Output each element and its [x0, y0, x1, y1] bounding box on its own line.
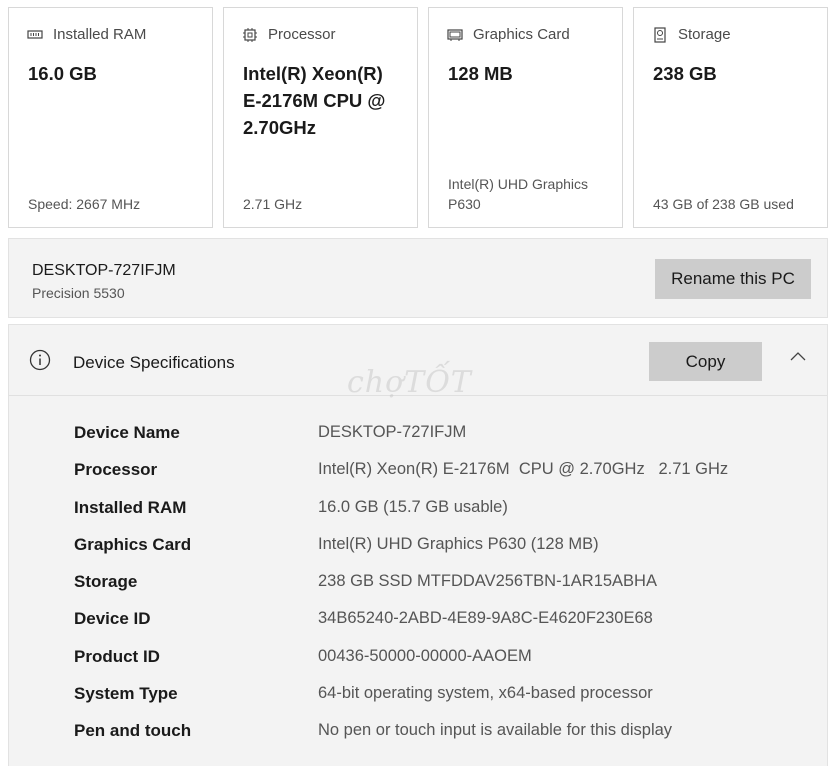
card-subtext: Speed: 2667 MHz — [28, 196, 141, 212]
card-subtext: 2.71 GHz — [243, 196, 303, 212]
spec-label: Storage — [74, 572, 138, 592]
spec-value: 64-bit operating system, x64-based proce… — [318, 684, 653, 703]
chevron-up-icon[interactable] — [788, 349, 808, 363]
spec-row-device-name: Device Name DESKTOP-727IFJM — [74, 423, 814, 460]
spec-label: Installed RAM — [74, 497, 187, 517]
card-header: Processor — [242, 26, 336, 43]
spec-value: Intel(R) UHD Graphics P630 (128 MB) — [318, 534, 599, 553]
card-value: Intel(R) Xeon(R) E-2176M CPU @ 2.70GHz — [243, 63, 386, 138]
processor-icon — [243, 27, 257, 42]
device-specifications-header[interactable]: Device Specifications Copy chợTỐT — [9, 325, 827, 400]
rename-pc-button[interactable]: Rename this PC — [655, 259, 811, 299]
card-value: 16.0 GB — [28, 63, 97, 84]
card-value: 238 GB — [653, 63, 717, 84]
card-graphics: Graphics Card 128 MB Intel(R) UHD Graphi… — [428, 7, 623, 228]
card-header: Storage — [652, 26, 731, 43]
spec-label: Pen and touch — [74, 721, 192, 741]
card-title: Graphics Card — [473, 26, 570, 43]
device-specifications-panel: Device Specifications Copy chợTỐT Device… — [8, 324, 828, 766]
graphics-card-icon — [447, 28, 463, 41]
section-title: Device Specifications — [73, 353, 235, 372]
card-processor: Processor Intel(R) Xeon(R) E-2176M CPU @… — [223, 7, 418, 228]
spec-label: Device Name — [74, 423, 180, 442]
pc-model: Precision 5530 — [32, 285, 125, 301]
spec-row-storage: Storage 238 GB SSD MTFDDAV256TBN-1AR15ABH… — [74, 572, 814, 609]
spec-label: Graphics Card — [74, 534, 192, 554]
card-title: Processor — [268, 26, 336, 43]
card-subtext: Intel(R) UHD Graphics P630 — [448, 176, 589, 212]
card-installed-ram: Installed RAM 16.0 GB Speed: 2667 MHz — [8, 7, 213, 228]
spec-row-graphics-card: Graphics Card Intel(R) UHD Graphics P630 … — [74, 535, 814, 572]
pc-name-row: DESKTOP-727IFJM Precision 5530 Rename th… — [8, 238, 828, 318]
spec-value: DESKTOP-727IFJM — [318, 423, 467, 441]
spec-row-pen-and-touch: Pen and touch No pen or touch input is av… — [74, 721, 814, 758]
spec-label: System Type — [74, 684, 178, 704]
watermark: chợTỐT — [347, 365, 472, 400]
spec-value: 16.0 GB (15.7 GB usable) — [318, 497, 508, 516]
card-header: Installed RAM — [27, 26, 146, 43]
spec-row-device-id: Device ID 34B65240-2ABD-4E89-9A8C-E4620F2… — [74, 609, 814, 646]
spec-value: 00436-50000-00000-AAOEM — [318, 646, 532, 665]
card-title: Storage — [678, 26, 731, 43]
spec-row-product-id: Product ID 00436-50000-00000-AAOEM — [74, 647, 814, 684]
spec-row-processor: Processor Intel(R) Xeon(R) E-2176M CPU @ … — [74, 460, 814, 497]
card-title: Installed RAM — [53, 26, 147, 43]
copy-button[interactable]: Copy — [649, 342, 762, 381]
storage-icon — [654, 26, 666, 43]
card-header: Graphics Card — [447, 26, 570, 43]
spec-label: Product ID — [74, 646, 160, 666]
spec-value: 238 GB SSD MTFDDAV256TBN-1AR15ABHA — [318, 572, 657, 591]
spec-value: No pen or touch input is available for t… — [318, 721, 673, 740]
spec-row-system-type: System Type 64-bit operating system, x64-… — [74, 684, 814, 721]
spec-label: Processor — [74, 460, 158, 480]
card-storage: Storage 238 GB 43 GB of 238 GB used — [633, 7, 828, 228]
spec-row-installed-ram: Installed RAM 16.0 GB (15.7 GB usable) — [74, 498, 814, 535]
spec-value: 34B65240-2ABD-4E89-9A8C-E4620F230E68 — [318, 609, 653, 628]
pc-name: DESKTOP-727IFJM — [32, 262, 176, 279]
summary-cards: Installed RAM 16.0 GB Speed: 2667 MHz Pr… — [8, 7, 828, 228]
spec-label: Device ID — [74, 609, 151, 629]
card-subtext: 43 GB of 238 GB used — [653, 196, 794, 212]
ram-icon — [27, 29, 43, 39]
spec-list: Device Name DESKTOP-727IFJM Processor Inte… — [74, 423, 814, 759]
card-value: 128 MB — [448, 63, 513, 84]
info-icon — [29, 349, 51, 371]
spec-value: Intel(R) Xeon(R) E-2176M CPU @ 2.70GHz 2… — [318, 460, 729, 479]
